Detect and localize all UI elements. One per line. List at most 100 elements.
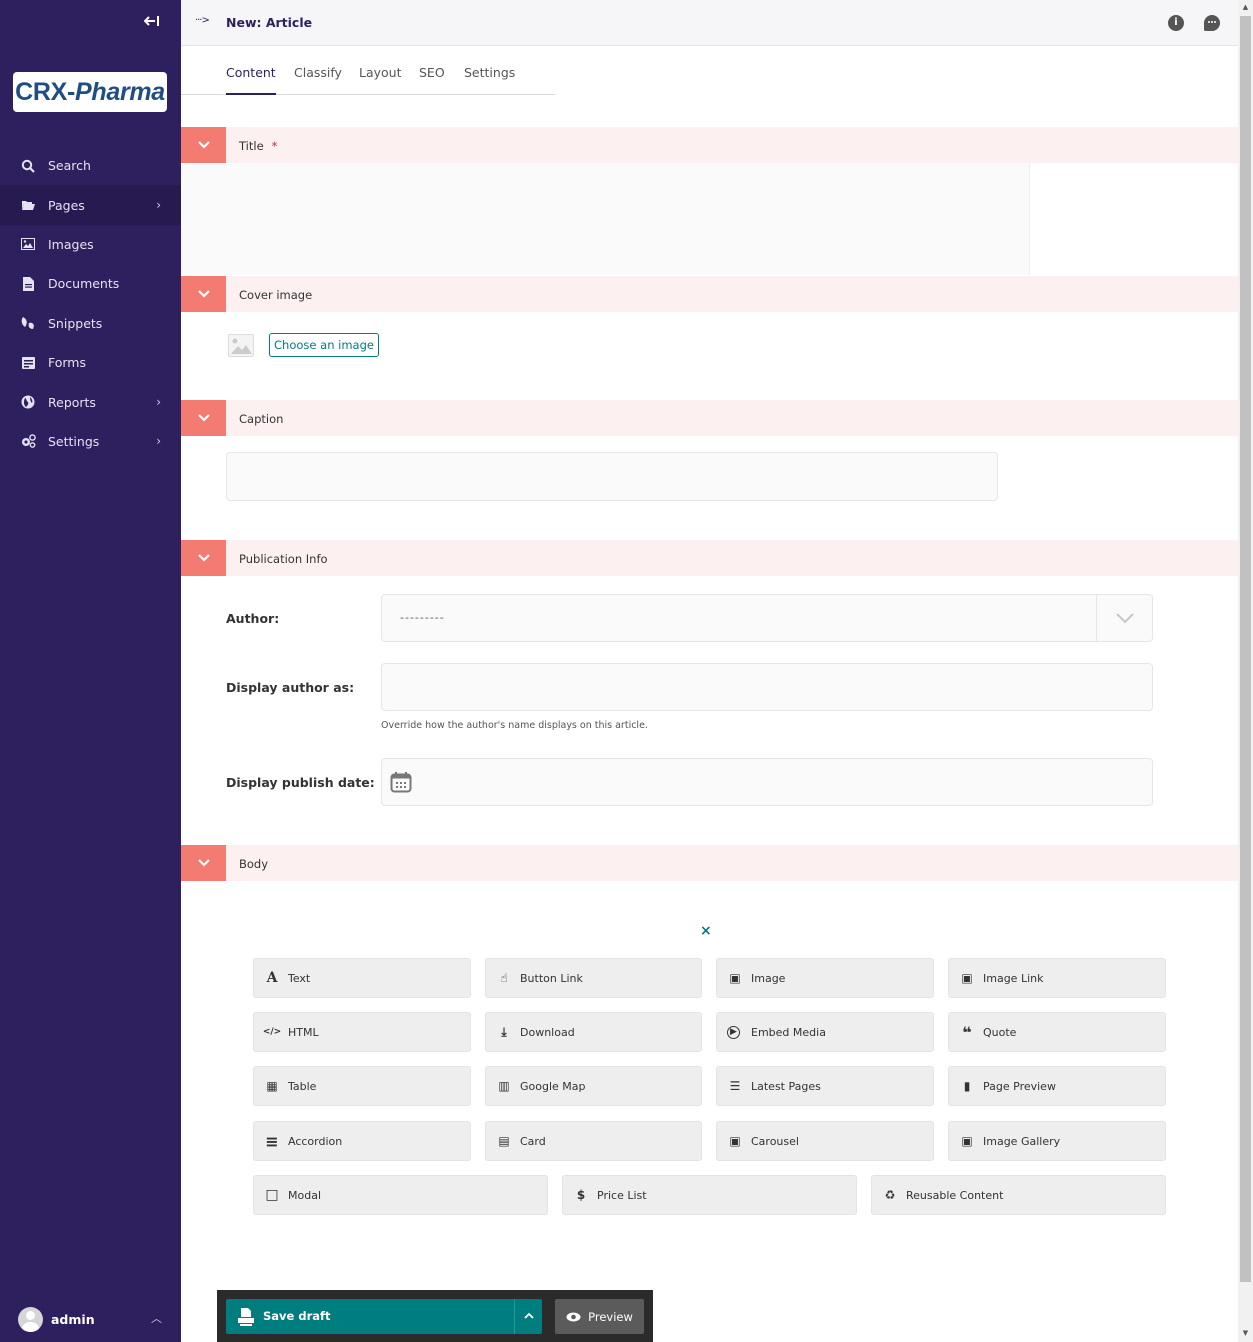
sidebar-item-reports[interactable]: Reports › xyxy=(0,382,181,421)
block-text-button[interactable]: A Text xyxy=(253,958,471,998)
tab-content[interactable]: Content xyxy=(226,65,276,95)
block-image-gallery-button[interactable]: ▣ Image Gallery xyxy=(948,1121,1166,1161)
sidebar-item-search[interactable]: Search xyxy=(0,146,181,185)
block-html-button[interactable]: </> HTML xyxy=(253,1012,471,1052)
section-toggle-button[interactable] xyxy=(181,845,226,881)
sidebar-item-label: Snippets xyxy=(48,315,103,331)
collapse-sidebar-button[interactable] xyxy=(142,14,162,32)
image-placeholder-icon xyxy=(228,334,254,357)
title-input[interactable] xyxy=(181,163,1030,275)
map-icon: ▥ xyxy=(498,1079,510,1093)
block-reusable-content-button[interactable]: ♻ Reusable Content xyxy=(871,1175,1166,1215)
block-label: Quote xyxy=(983,1025,1017,1039)
block-label: Image Link xyxy=(983,971,1044,985)
section-label: Publication Info xyxy=(239,552,328,566)
recycle-icon: ♻ xyxy=(884,1188,896,1202)
section-toggle-button[interactable] xyxy=(181,127,226,163)
sidebar-item-forms[interactable]: Forms xyxy=(0,343,181,382)
block-embed-media-button[interactable]: ▶ Embed Media xyxy=(716,1012,934,1052)
section-label: Body xyxy=(239,857,269,871)
image-icon: ▣ xyxy=(961,971,973,985)
section-toggle-button[interactable] xyxy=(181,400,226,436)
sidebar-item-settings[interactable]: Settings › xyxy=(0,422,181,461)
block-button-link-button[interactable]: ☝ Button Link xyxy=(485,958,702,998)
caption-input[interactable] xyxy=(226,452,998,501)
window-icon: □ xyxy=(265,1187,279,1203)
logo[interactable]: CRX- Pharma xyxy=(13,72,167,112)
block-label: Image xyxy=(751,971,786,985)
page-title: New: Article xyxy=(226,15,313,30)
scroll-up-arrow-icon[interactable]: ▲ xyxy=(1241,3,1250,13)
tab-settings[interactable]: Settings xyxy=(464,65,515,80)
section-label: Title * xyxy=(239,139,277,153)
block-table-button[interactable]: ▦ Table xyxy=(253,1066,471,1106)
sidebar-item-images[interactable]: Images xyxy=(0,225,181,264)
preview-button[interactable]: Preview xyxy=(555,1299,644,1334)
user-name: admin xyxy=(51,1311,95,1327)
author-select[interactable]: --------- xyxy=(381,594,1153,642)
chevron-down-icon xyxy=(197,554,210,562)
chevron-right-icon: › xyxy=(156,198,161,213)
block-price-list-button[interactable]: $ Price List xyxy=(562,1175,857,1215)
logo-text-part1: CRX- xyxy=(15,77,75,106)
tab-seo[interactable]: SEO xyxy=(419,65,445,80)
close-icon[interactable]: × xyxy=(700,923,712,939)
more-actions-button[interactable] xyxy=(514,1299,542,1334)
section-body-header: Body xyxy=(181,845,1238,881)
block-image-link-button[interactable]: ▣ Image Link xyxy=(948,958,1166,998)
display-author-input[interactable] xyxy=(381,663,1153,711)
chevron-up-icon: ︿ xyxy=(151,1312,162,1325)
block-modal-button[interactable]: □ Modal xyxy=(253,1175,548,1215)
sidebar-item-snippets[interactable]: Snippets xyxy=(0,304,181,343)
block-page-preview-button[interactable]: ▮ Page Preview xyxy=(948,1066,1166,1106)
block-download-button[interactable]: ⤓ Download xyxy=(485,1012,702,1052)
block-label: Text xyxy=(288,971,311,985)
scroll-thumb[interactable] xyxy=(1240,16,1251,1282)
block-latest-pages-button[interactable]: ☰ Latest Pages xyxy=(716,1066,934,1106)
comment-icon[interactable] xyxy=(1204,15,1220,31)
block-card-button[interactable]: ▤ Card xyxy=(485,1121,702,1161)
sidebar-item-pages[interactable]: Pages › xyxy=(0,185,181,225)
title-label: Title xyxy=(239,139,264,153)
block-label: Page Preview xyxy=(983,1079,1056,1093)
snippet-icon xyxy=(20,315,36,331)
sidebar-item-label: Settings xyxy=(48,433,100,449)
chevron-up-icon xyxy=(523,1312,534,1319)
section-toggle-button[interactable] xyxy=(181,540,226,576)
block-google-map-button[interactable]: ▥ Google Map xyxy=(485,1066,702,1106)
choose-image-button[interactable]: Choose an image xyxy=(269,333,379,357)
block-label: Google Map xyxy=(520,1079,586,1093)
block-label: Accordion xyxy=(288,1134,343,1148)
block-label: Modal xyxy=(288,1188,321,1202)
block-label: Download xyxy=(520,1025,575,1039)
publish-date-label: Display publish date: xyxy=(226,775,375,790)
block-quote-button[interactable]: ❝ Quote xyxy=(948,1012,1166,1052)
list-icon: ☰ xyxy=(729,1079,741,1093)
scroll-down-arrow-icon[interactable]: ▼ xyxy=(1241,1329,1250,1339)
breadcrumb-toggle[interactable]: ···> xyxy=(195,15,210,26)
tab-classify[interactable]: Classify xyxy=(294,65,342,80)
block-accordion-button[interactable]: ≡ Accordion xyxy=(253,1121,471,1161)
block-label: HTML xyxy=(288,1025,319,1039)
block-image-button[interactable]: ▣ Image xyxy=(716,958,934,998)
author-select-value: --------- xyxy=(400,611,445,624)
block-carousel-button[interactable]: ▣ Carousel xyxy=(716,1121,934,1161)
user-menu[interactable]: admin ︿ xyxy=(18,1306,168,1332)
calendar-icon[interactable] xyxy=(390,771,412,793)
footer-action-bar: Save draft Preview xyxy=(217,1290,653,1342)
code-icon: </> xyxy=(262,1027,282,1037)
sidebar-item-documents[interactable]: Documents xyxy=(0,264,181,303)
section-toggle-button[interactable] xyxy=(181,276,226,312)
save-draft-button[interactable]: Save draft xyxy=(226,1299,542,1334)
sidebar-item-label: Forms xyxy=(48,355,87,371)
publish-date-input[interactable] xyxy=(381,758,1153,806)
image-icon: ▣ xyxy=(729,971,741,985)
page-scrollbar[interactable]: ▲ ▼ xyxy=(1238,0,1253,1342)
display-author-help-text: Override how the author's name displays … xyxy=(381,720,648,731)
info-icon[interactable]: i xyxy=(1168,15,1184,31)
section-title-header: Title * xyxy=(181,127,1238,163)
select-dropdown-button[interactable] xyxy=(1096,595,1152,641)
section-caption-header: Caption xyxy=(181,400,1238,436)
tab-layout[interactable]: Layout xyxy=(359,65,402,80)
chevron-down-icon xyxy=(197,859,210,867)
